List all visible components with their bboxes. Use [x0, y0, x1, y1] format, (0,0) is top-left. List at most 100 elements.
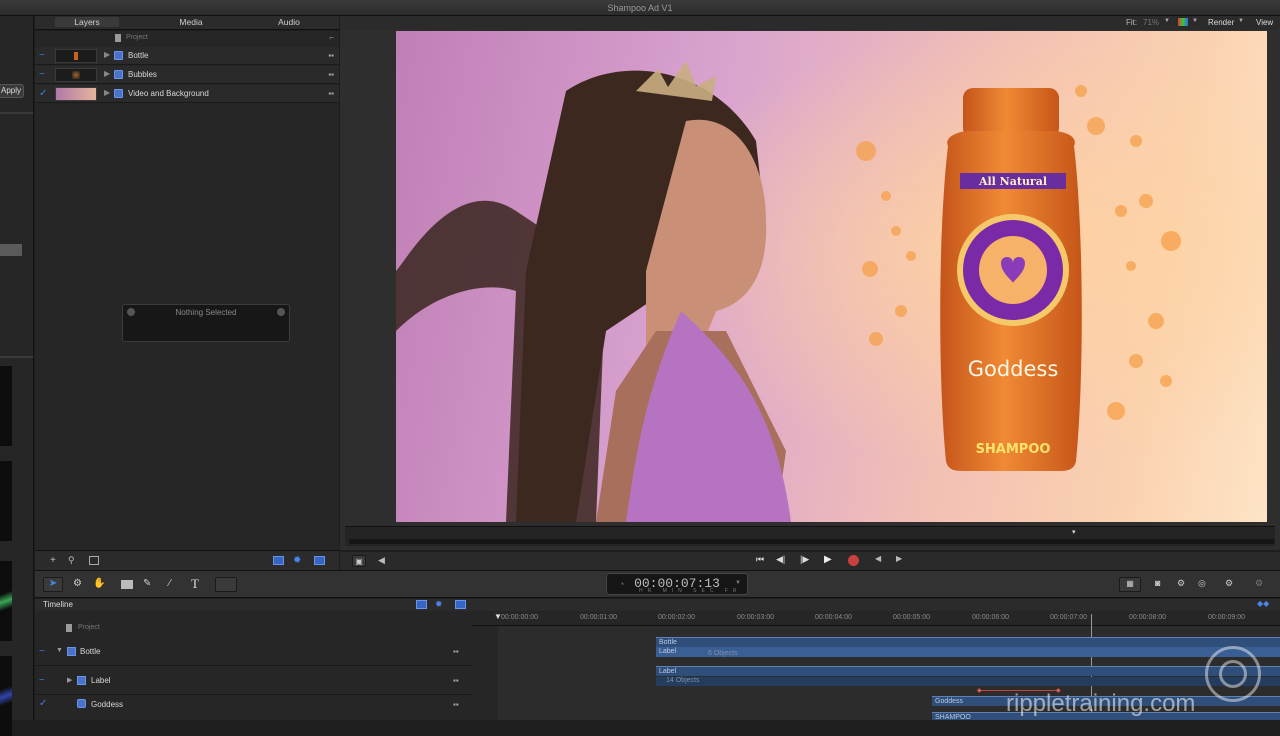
- layer-row-video-background[interactable]: ✓ ▶ Video and Background ▪▪: [35, 85, 339, 103]
- disclosure-triangle-icon[interactable]: ▶: [104, 69, 110, 78]
- layer-view-icon[interactable]: [416, 600, 427, 609]
- timecode-display[interactable]: ◔ 00:00:07:13 HR MIN SEC FR ▼: [606, 573, 748, 595]
- checkbox-icon[interactable]: ✓: [39, 89, 49, 99]
- paint-tool-icon[interactable]: ⁄: [169, 578, 171, 589]
- timeline-gutter: [472, 626, 498, 720]
- tab-audio[interactable]: Audio: [257, 17, 321, 27]
- blend-lock-icon[interactable]: ▪▪: [328, 51, 334, 60]
- ruler-tick: 00:00:02:00: [658, 614, 695, 621]
- lock-icon[interactable]: ⌐: [329, 33, 334, 42]
- behaviors-icon[interactable]: ⚙: [1177, 578, 1185, 589]
- blend-lock-icon[interactable]: ▪▪: [453, 700, 459, 709]
- disclosure-triangle-icon[interactable]: ▼: [56, 647, 63, 654]
- transform-tool-icon[interactable]: ⚙: [73, 578, 82, 589]
- audio-left-icon[interactable]: ◀: [378, 555, 385, 566]
- left-sidebar-strip: [0, 16, 34, 736]
- record-icon[interactable]: [848, 555, 859, 566]
- project-row[interactable]: Project ⌐: [35, 31, 339, 46]
- disclosure-triangle-icon[interactable]: ▶: [104, 88, 110, 97]
- particles-icon[interactable]: ⚙: [1255, 578, 1263, 589]
- zoom-fit-icon[interactable]: ◆◆: [1257, 599, 1269, 608]
- document-icon: [66, 624, 72, 632]
- clip-label[interactable]: Label: [656, 666, 1280, 676]
- checkbox-icon[interactable]: −: [39, 675, 45, 686]
- blend-lock-icon[interactable]: ▪▪: [453, 647, 459, 656]
- color-channels-icon[interactable]: [1178, 18, 1188, 26]
- project-label: Project: [126, 34, 148, 41]
- category-label: SHAMPOO: [976, 442, 1051, 457]
- stack-icon[interactable]: [314, 556, 325, 565]
- search-icon[interactable]: ⚲: [68, 555, 75, 566]
- blend-lock-icon[interactable]: ▪▪: [453, 676, 459, 685]
- select-tool-icon[interactable]: ➤: [43, 577, 63, 592]
- tab-layers[interactable]: Layers: [55, 17, 119, 27]
- layer-name: Bubbles: [128, 70, 157, 79]
- next-keyframe-icon[interactable]: ▶: [896, 554, 902, 563]
- gear-icon[interactable]: ✹: [293, 555, 301, 566]
- chevron-down-icon[interactable]: ▼: [1238, 18, 1244, 24]
- prev-keyframe-icon[interactable]: ◀: [875, 554, 881, 563]
- timeline-row-bottle[interactable]: − ▼ Bottle ▪▪: [35, 638, 472, 666]
- window-title: Shampoo Ad V1: [607, 3, 673, 13]
- generators-icon[interactable]: ⚙: [1225, 578, 1233, 589]
- keyframe-icon[interactable]: ◆: [977, 687, 982, 694]
- playhead-start-icon[interactable]: ▼: [494, 612, 502, 621]
- info-icon[interactable]: [277, 308, 285, 316]
- layer-row-bottle[interactable]: − ▶ Bottle ▪▪: [35, 47, 339, 65]
- go-to-start-icon[interactable]: ⏮: [756, 554, 764, 565]
- bezier-tool-icon[interactable]: ✎: [143, 578, 151, 589]
- scroll-thumb[interactable]: [0, 244, 22, 256]
- render-menu[interactable]: Render: [1208, 18, 1234, 27]
- fullscreen-icon[interactable]: ▣: [352, 555, 366, 567]
- ruler-tick: 00:00:04:00: [815, 614, 852, 621]
- layer-view-icon[interactable]: [273, 556, 284, 565]
- fit-value[interactable]: 71%: [1143, 18, 1159, 27]
- divider: [0, 356, 33, 358]
- timeline-project-row[interactable]: Project: [35, 620, 472, 636]
- timeline-row-label[interactable]: − ▶ Label ▪▪: [35, 667, 472, 695]
- blend-lock-icon[interactable]: ▪▪: [328, 89, 334, 98]
- camera-icon[interactable]: ◙: [1155, 578, 1160, 588]
- disclosure-triangle-icon[interactable]: ▶: [104, 50, 110, 59]
- timeline-header: Timeline ✹ ◆◆: [35, 599, 1280, 611]
- add-icon[interactable]: +: [50, 555, 56, 566]
- group-button-icon[interactable]: [89, 556, 99, 565]
- mini-timeline[interactable]: ▾: [345, 526, 1275, 546]
- tab-media[interactable]: Media: [159, 17, 223, 27]
- disclosure-triangle-icon[interactable]: ▶: [67, 676, 72, 684]
- blend-lock-icon[interactable]: ▪▪: [328, 70, 334, 79]
- checkbox-icon[interactable]: −: [39, 646, 45, 657]
- layer-row-bubbles[interactable]: − ▶ Bubbles ▪▪: [35, 66, 339, 84]
- text-tool-icon[interactable]: T: [191, 576, 199, 592]
- pan-tool-icon[interactable]: ✋: [93, 578, 105, 589]
- gear-icon[interactable]: ✹: [435, 599, 443, 610]
- step-forward-icon[interactable]: |▶: [800, 554, 809, 565]
- ruler-tick: 00:00:09:00: [1208, 614, 1245, 621]
- clip-label-objects[interactable]: 14 Objects: [656, 677, 1280, 686]
- play-icon[interactable]: ▶: [824, 554, 832, 565]
- stack-icon[interactable]: [455, 600, 466, 609]
- ruler-tick: 00:00:01:00: [580, 614, 617, 621]
- step-back-icon[interactable]: ◀|: [776, 554, 785, 565]
- canvas-preview[interactable]: All Natural Goddess SHAMPOO: [396, 31, 1267, 522]
- ruler-tick: 00:00:05:00: [893, 614, 930, 621]
- clip-bottle-label[interactable]: Label 6 Objects: [656, 647, 1280, 657]
- chevron-down-icon[interactable]: ▼: [1164, 18, 1170, 24]
- checkbox-icon[interactable]: −: [39, 51, 49, 61]
- playhead-icon[interactable]: ▾: [1072, 528, 1076, 536]
- fit-label: Fit:: [1126, 18, 1138, 27]
- mask-tool-icon[interactable]: [215, 577, 237, 592]
- chevron-down-icon[interactable]: ▼: [1192, 18, 1198, 24]
- view-menu[interactable]: View: [1256, 18, 1273, 27]
- hud-label: Nothing Selected: [175, 308, 237, 317]
- filters-icon[interactable]: ◎: [1198, 578, 1206, 589]
- timeline-row-goddess[interactable]: ✓ Goddess ▪▪: [35, 694, 472, 722]
- rectangle-tool-icon[interactable]: [121, 580, 133, 589]
- library-icon[interactable]: ▦: [1119, 577, 1141, 592]
- clip-bottle[interactable]: Bottle: [656, 637, 1280, 647]
- apply-button[interactable]: Apply: [0, 84, 24, 98]
- checkbox-icon[interactable]: ✓: [39, 698, 47, 709]
- chevron-down-icon[interactable]: ▼: [735, 580, 741, 586]
- checkbox-icon[interactable]: −: [39, 70, 49, 80]
- scrub-track[interactable]: [349, 539, 1274, 544]
